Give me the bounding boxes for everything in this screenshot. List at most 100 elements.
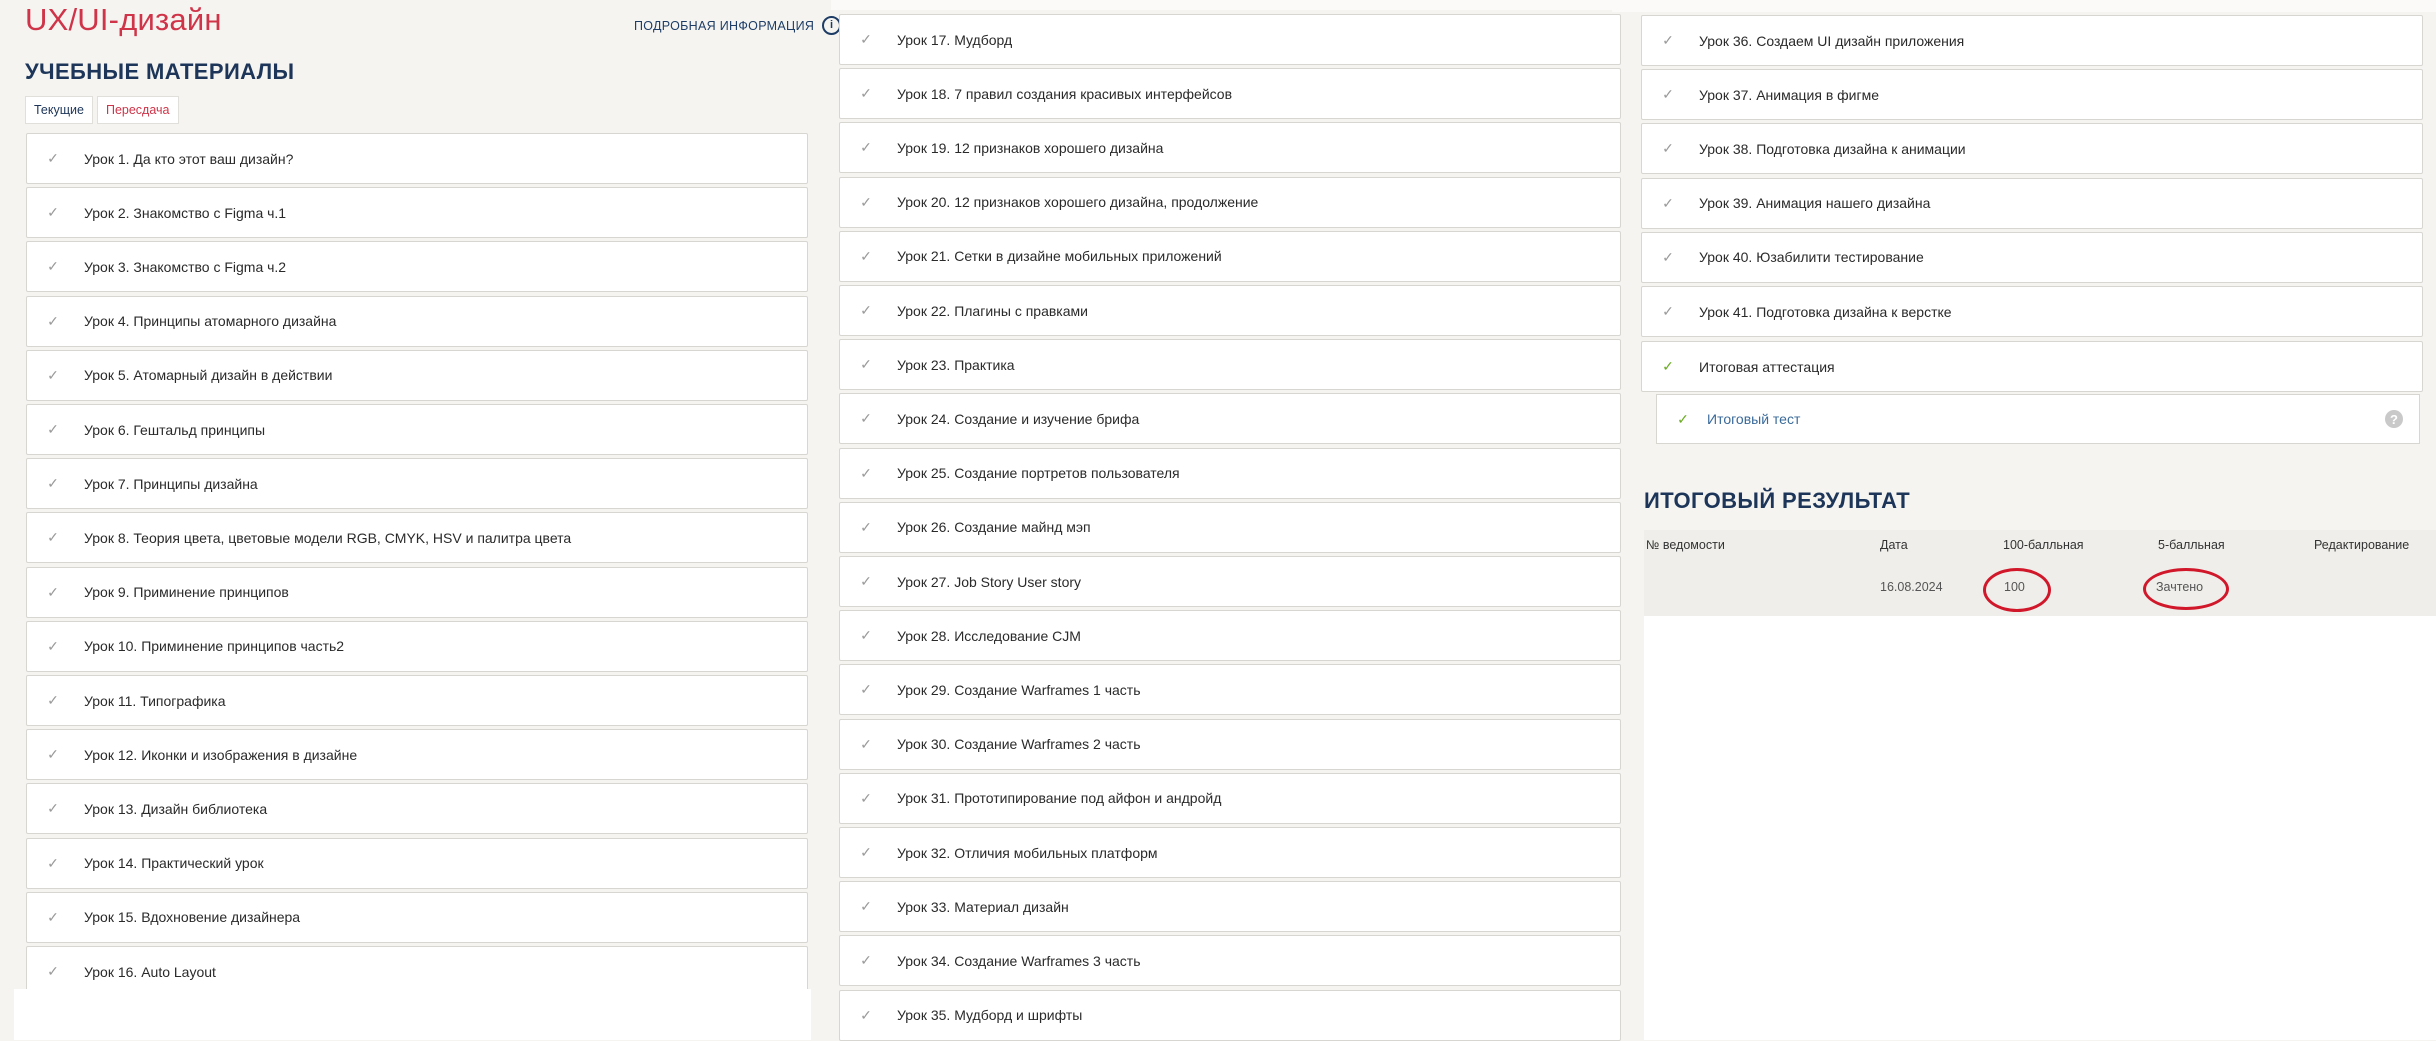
lesson-item[interactable]: ✓ Урок 8. Теория цвета, цветовые модели R… xyxy=(26,512,808,564)
lesson-item[interactable]: ✓ Урок 30. Создание Warframes 2 часть xyxy=(839,718,1621,770)
final-attestation-item[interactable]: ✓ Итоговая аттестация xyxy=(1641,341,2423,392)
lesson-item[interactable]: ✓ Урок 36. Создаем UI дизайн приложения xyxy=(1641,15,2423,66)
check-icon: ✓ xyxy=(47,529,59,546)
lesson-item[interactable]: ✓ Урок 35. Мудборд и шрифты xyxy=(839,989,1621,1041)
lesson-item[interactable]: ✓ Урок 14. Практический урок xyxy=(26,837,808,889)
check-icon: ✓ xyxy=(47,637,59,654)
check-icon: ✓ xyxy=(47,312,59,329)
check-icon: ✓ xyxy=(47,204,59,221)
check-icon: ✓ xyxy=(860,952,872,969)
check-icon: ✓ xyxy=(860,844,872,860)
lesson-item[interactable]: ✓ Урок 24. Создание и изучение брифа xyxy=(839,393,1621,445)
check-icon: ✓ xyxy=(1662,194,1674,211)
result-title: ИТОГОВЫЙ РЕЗУЛЬТАТ xyxy=(1644,488,1911,513)
check-icon: ✓ xyxy=(1662,140,1674,157)
check-icon: ✓ xyxy=(47,150,59,166)
lesson-label: Урок 1. Да кто этот ваш дизайн? xyxy=(84,150,294,167)
lesson-label: Урок 10. Приминение принципов часть2 xyxy=(84,638,345,655)
lesson-label: Урок 5. Атомарный дизайн в действии xyxy=(84,367,333,384)
lesson-label: Урок 2. Знакомство с Figma ч.1 xyxy=(84,204,287,221)
lesson-item[interactable]: ✓ Урок 7. Принципы дизайна xyxy=(26,458,808,510)
check-icon: ✓ xyxy=(860,464,872,481)
lesson-label: Урок 33. Материал дизайн xyxy=(897,898,1069,915)
check-icon: ✓ xyxy=(860,681,872,698)
check-icon: ✓ xyxy=(860,31,872,47)
materials-tabs: Текущие Пересдача xyxy=(25,96,179,124)
tab-current[interactable]: Текущие xyxy=(25,96,93,124)
check-icon: ✓ xyxy=(860,735,872,752)
lesson-item[interactable]: ✓ Урок 39. Анимация нашего дизайна xyxy=(1641,177,2423,229)
lesson-item[interactable]: ✓ Урок 33. Материал дизайн xyxy=(839,881,1621,933)
lesson-item[interactable]: ✓ Урок 3. Знакомство с Figma ч.2 xyxy=(26,241,808,293)
lesson-item[interactable]: ✓ Урок 27. Job Story User story xyxy=(839,556,1621,607)
lesson-item[interactable]: ✓ Урок 38. Подготовка дизайна к анимации xyxy=(1641,123,2423,175)
result-date: 16.08.2024 xyxy=(1880,580,1943,594)
lesson-item[interactable]: ✓ Урок 9. Приминение принципов xyxy=(26,566,808,618)
check-icon: ✓ xyxy=(47,366,59,383)
lesson-label: Урок 3. Знакомство с Figma ч.2 xyxy=(84,258,287,275)
lesson-label: Урок 17. Мудборд xyxy=(897,31,1013,48)
lesson-item[interactable]: ✓ Урок 22. Плагины с правками xyxy=(839,285,1621,336)
check-icon: ✓ xyxy=(860,518,872,535)
lesson-item[interactable]: ✓ Урок 5. Атомарный дизайн в действии xyxy=(26,349,808,401)
check-icon: ✓ xyxy=(1662,303,1674,319)
lesson-item[interactable]: ✓ Урок 4. Принципы атомарного дизайна xyxy=(26,295,808,347)
lesson-item[interactable]: ✓ Урок 13. Дизайн библиотека xyxy=(26,783,808,835)
lesson-item[interactable]: ✓ Урок 32. Отличия мобильных платформ xyxy=(839,827,1621,878)
header-score100: 100-балльная xyxy=(2003,538,2084,552)
check-icon: ✓ xyxy=(860,898,872,915)
result-table: № ведомости Дата 100-балльная 5-балльная… xyxy=(1644,530,2436,616)
lesson-item[interactable]: ✓ Урок 11. Типографика xyxy=(26,675,808,726)
check-icon: ✓ xyxy=(1662,358,1674,374)
lesson-label: Урок 36. Создаем UI дизайн приложения xyxy=(1699,32,1965,49)
check-icon: ✓ xyxy=(47,800,59,817)
lesson-item[interactable]: ✓ Урок 40. Юзабилити тестирование xyxy=(1641,231,2423,283)
lesson-label: Урок 20. 12 признаков хорошего дизайна, … xyxy=(897,194,1259,211)
check-icon: ✓ xyxy=(47,854,59,871)
final-test-item[interactable]: ✓ Итоговый тест ? xyxy=(1656,394,2420,444)
lesson-item[interactable]: ✓ Урок 10. Приминение принципов часть2 xyxy=(26,620,808,672)
tab-retake[interactable]: Пересдача xyxy=(96,96,179,124)
header-score5: 5-балльная xyxy=(2158,538,2225,552)
lesson-item[interactable]: ✓ Урок 41. Подготовка дизайна к верстке xyxy=(1641,286,2423,337)
lesson-item[interactable]: ✓ Урок 37. Анимация в фигме xyxy=(1641,69,2423,121)
check-icon: ✓ xyxy=(860,627,872,644)
lesson-item[interactable]: ✓ Урок 25. Создание портретов пользовател… xyxy=(839,447,1621,499)
check-icon: ✓ xyxy=(47,583,59,600)
lesson-item[interactable]: ✓ Урок 29. Создание Warframes 1 часть xyxy=(839,664,1621,716)
check-icon: ✓ xyxy=(860,302,872,318)
lesson-item[interactable]: ✓ Урок 34. Создание Warframes 3 часть xyxy=(839,935,1621,987)
lesson-label: Урок 38. Подготовка дизайна к анимации xyxy=(1699,140,1966,157)
lesson-item[interactable]: ✓ Урок 26. Создание майнд мэп xyxy=(839,501,1621,553)
lesson-item[interactable]: ✓ Урок 6. Гештальд принципы xyxy=(26,404,808,455)
help-icon[interactable]: ? xyxy=(2385,410,2403,428)
lesson-item[interactable]: ✓ Урок 31. Прототипирование под айфон и а… xyxy=(839,772,1621,824)
final-attestation-label: Итоговая аттестация xyxy=(1699,358,1835,375)
check-icon: ✓ xyxy=(860,356,872,373)
lesson-label: Урок 40. Юзабилити тестирование xyxy=(1699,249,1924,266)
lesson-label: Урок 26. Создание майнд мэп xyxy=(897,519,1091,536)
lesson-label: Урок 9. Приминение принципов xyxy=(84,584,289,601)
lesson-item[interactable]: ✓ Урок 20. 12 признаков хорошего дизайна,… xyxy=(839,176,1621,228)
lesson-label: Урок 23. Практика xyxy=(897,356,1015,373)
lesson-item[interactable]: ✓ Урок 18. 7 правил создания красивых инт… xyxy=(839,68,1621,120)
lesson-label: Урок 6. Гештальд принципы xyxy=(84,421,266,438)
lesson-item[interactable]: ✓ Урок 17. Мудборд xyxy=(839,14,1621,65)
lesson-item[interactable]: ✓ Урок 12. Иконки и изображения в дизайне xyxy=(26,729,808,781)
lesson-item[interactable]: ✓ Урок 2. Знакомство с Figma ч.1 xyxy=(26,187,808,239)
lesson-item[interactable]: ✓ Урок 15. Вдохновение дизайнера xyxy=(26,891,808,943)
lesson-label: Урок 34. Создание Warframes 3 часть xyxy=(897,952,1141,969)
blank-area xyxy=(831,0,1631,10)
check-icon: ✓ xyxy=(47,746,59,763)
lesson-item[interactable]: ✓ Урок 28. Исследование CJM xyxy=(839,610,1621,662)
lesson-label: Урок 35. Мудборд и шрифты xyxy=(897,1007,1083,1024)
lesson-item[interactable]: ✓ Урок 21. Сетки в дизайне мобильных прил… xyxy=(839,230,1621,282)
annotation-circle xyxy=(1983,568,2051,612)
lesson-item[interactable]: ✓ Урок 1. Да кто этот ваш дизайн? xyxy=(26,133,808,184)
lesson-item[interactable]: ✓ Урок 23. Практика xyxy=(839,339,1621,391)
check-icon: ✓ xyxy=(47,421,59,437)
check-icon: ✓ xyxy=(47,258,59,275)
more-info-link[interactable]: ПОДРОБНАЯ ИНФОРМАЦИЯ i xyxy=(634,16,842,35)
check-icon: ✓ xyxy=(47,475,59,492)
lesson-item[interactable]: ✓ Урок 19. 12 признаков хорошего дизайна xyxy=(839,122,1621,174)
